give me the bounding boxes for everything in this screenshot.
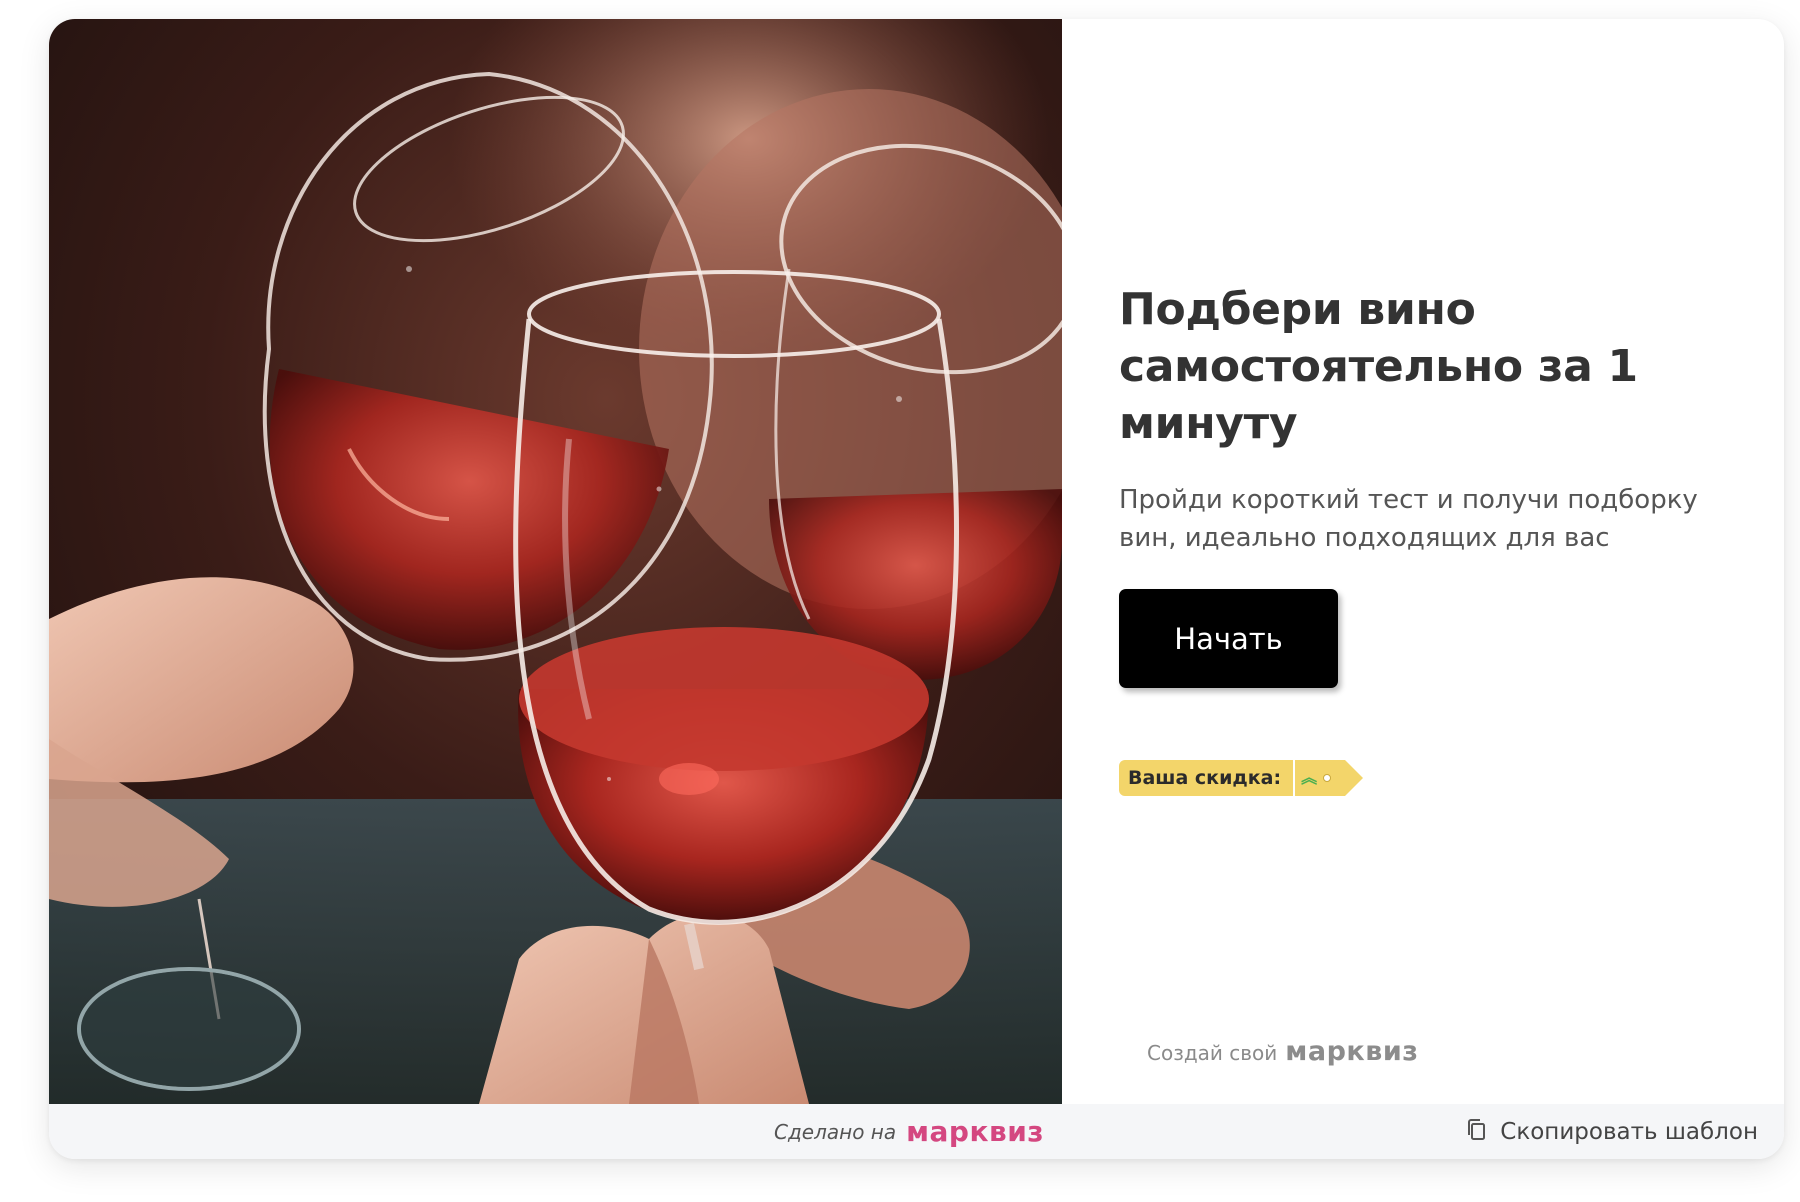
- tag-hole-icon: [1323, 774, 1332, 782]
- wine-glasses-photo: [49, 19, 1062, 1104]
- copy-template-button[interactable]: Скопировать шаблон: [1466, 1104, 1758, 1159]
- start-button[interactable]: Начать: [1119, 589, 1338, 688]
- made-on-brand-logo: марквиз: [906, 1115, 1045, 1148]
- quiz-subtitle: Пройди короткий тест и получи подборку в…: [1119, 485, 1698, 553]
- footer-bar: Сделано на марквиз Скопировать шаблон: [49, 1104, 1784, 1159]
- discount-label: Ваша скидка:: [1119, 760, 1294, 796]
- copy-icon: [1466, 1118, 1488, 1146]
- made-on-prefix: Сделано на: [774, 1119, 897, 1144]
- quiz-intro: Подбери вино самостоятельно за 1 минуту …: [1119, 19, 1784, 1104]
- discount-tag: ︽: [1295, 760, 1364, 796]
- quiz-headline: Подбери вино самостоятельно за 1 минуту: [1119, 284, 1638, 449]
- made-on-link[interactable]: Сделано на марквиз: [774, 1104, 1044, 1159]
- create-own-prefix: Создай свой: [1147, 1041, 1278, 1065]
- create-own-link[interactable]: Создай свой марквиз: [1147, 1036, 1418, 1067]
- discount-badge: Ваша скидка: ︽: [1119, 760, 1364, 796]
- copy-template-label: Скопировать шаблон: [1500, 1118, 1758, 1145]
- create-own-brand: марквиз: [1285, 1036, 1419, 1067]
- chevrons-up-icon: ︽: [1301, 768, 1318, 787]
- hero-image: [49, 19, 1062, 1104]
- quiz-card: Подбери вино самостоятельно за 1 минуту …: [49, 19, 1784, 1159]
